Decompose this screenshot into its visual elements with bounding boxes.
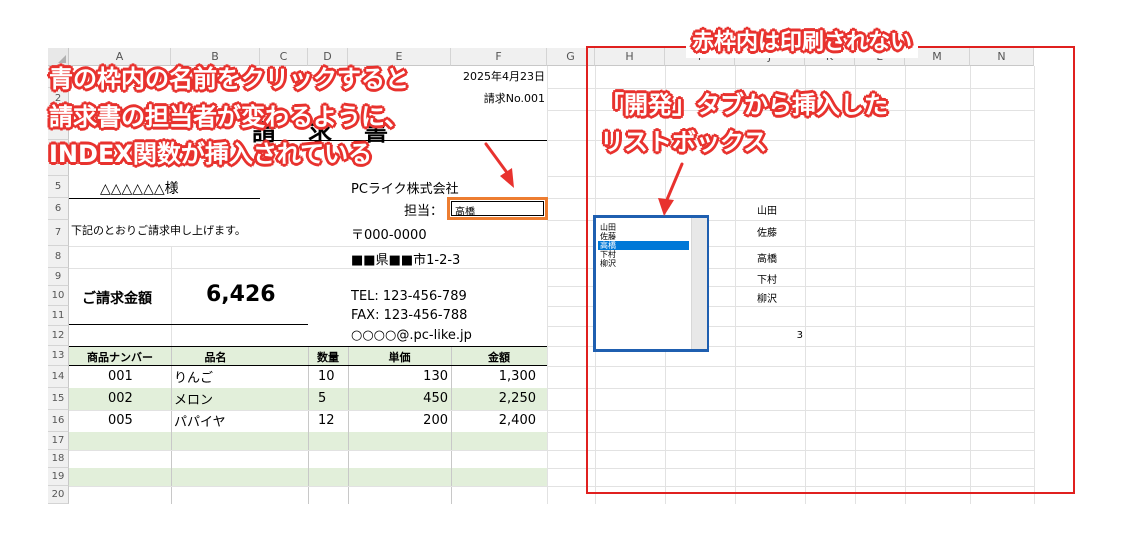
row-header-9[interactable]: 9 (48, 268, 69, 286)
gridline (69, 486, 547, 487)
arrow-down-icon (658, 162, 684, 216)
spreadsheet: A B C D E F G H I J K L M N 1 2 3 4 5 6 … (0, 0, 1143, 548)
gridline (547, 66, 548, 504)
gridline (69, 410, 547, 411)
recipient-name: △△△△△△様 (100, 181, 179, 197)
item-code: 001 (108, 369, 133, 384)
item-qty: 12 (318, 413, 335, 428)
gridline (171, 346, 172, 504)
person-label: 担当： (404, 204, 444, 219)
callout-left-line1: 青の枠内の名前をクリックすると (49, 65, 409, 93)
row-header-17[interactable]: 17 (48, 432, 69, 450)
recipient-underline (69, 198, 260, 199)
arrow-down-icon (484, 142, 514, 188)
callout-right-line1: 「開発」タブから挿入した (600, 91, 888, 119)
row-header-6[interactable]: 6 (48, 198, 69, 220)
person-value: 高橋 (455, 207, 475, 218)
row-header-19[interactable]: 19 (48, 468, 69, 486)
gridline (69, 246, 547, 247)
table-header-amount: 金額 (488, 351, 510, 364)
gridline (69, 450, 547, 451)
row-header-15[interactable]: 15 (48, 388, 69, 410)
invoice-number: 請求No.001 (483, 92, 545, 105)
item-amount: 1,300 (498, 369, 536, 384)
gridline (171, 246, 172, 346)
gridline (69, 268, 547, 269)
item-name: パパイヤ (174, 415, 226, 430)
table-header-code: 商品ナンバー (87, 351, 153, 364)
tel: TEL: 123-456-789 (351, 289, 467, 304)
item-name: メロン (174, 393, 214, 408)
gridline (308, 346, 309, 504)
total-value: 6,426 (206, 282, 276, 307)
callout-left-line2: 請求書の担当者が変わるように、 (49, 103, 409, 131)
row-header-12[interactable]: 12 (48, 326, 69, 346)
person-cell-highlight[interactable]: 高橋 (447, 197, 548, 220)
address: ■■県■■市1-2-3 (351, 253, 461, 268)
table-top-border (69, 346, 547, 347)
table-header-name: 品名 (204, 351, 227, 364)
email: ○○○○@.pc-like.jp (351, 328, 472, 343)
person-cell[interactable]: 高橋 (451, 201, 544, 218)
table-header-price: 単価 (388, 351, 411, 364)
invoice-date: 2025年4月23日 (463, 70, 545, 83)
fax: FAX: 123-456-788 (351, 308, 468, 323)
company-name: PCライク株式会社 (351, 182, 459, 197)
col-header-f[interactable]: F (451, 48, 547, 66)
callout-right-line2: リストボックス (600, 128, 768, 156)
item-qty: 10 (318, 369, 335, 384)
item-price: 200 (423, 413, 448, 428)
callout-left-line3: INDEX関数が挿入されている (49, 140, 373, 168)
total-label: ご請求金額 (82, 291, 152, 307)
postal-code: 〒000-0000 (351, 228, 427, 243)
item-code: 005 (108, 413, 133, 428)
greeting-text: 下記のとおりご請求申し上げます。 (71, 224, 246, 237)
row-header-5[interactable]: 5 (48, 176, 69, 198)
row-header-20[interactable]: 20 (48, 486, 69, 504)
row-header-16[interactable]: 16 (48, 410, 69, 432)
item-price: 450 (423, 391, 448, 406)
row-header-13[interactable]: 13 (48, 346, 69, 366)
item-amount: 2,400 (498, 413, 536, 428)
row-header-10[interactable]: 10 (48, 286, 69, 306)
row-header-7[interactable]: 7 (48, 220, 69, 246)
row-header-14[interactable]: 14 (48, 366, 69, 388)
row-header-18[interactable]: 18 (48, 450, 69, 468)
table-header-qty: 数量 (317, 351, 339, 364)
row-header-8[interactable]: 8 (48, 246, 69, 268)
row-header-11[interactable]: 11 (48, 306, 69, 326)
total-underline (69, 324, 308, 325)
item-name: りんご (174, 371, 214, 386)
item-price: 130 (423, 369, 448, 384)
item-qty: 5 (318, 391, 327, 406)
item-code: 002 (108, 391, 133, 406)
table-header-border (69, 365, 547, 366)
item-amount: 2,250 (498, 391, 536, 406)
callout-print-note: 赤枠内は印刷されない (686, 28, 919, 58)
